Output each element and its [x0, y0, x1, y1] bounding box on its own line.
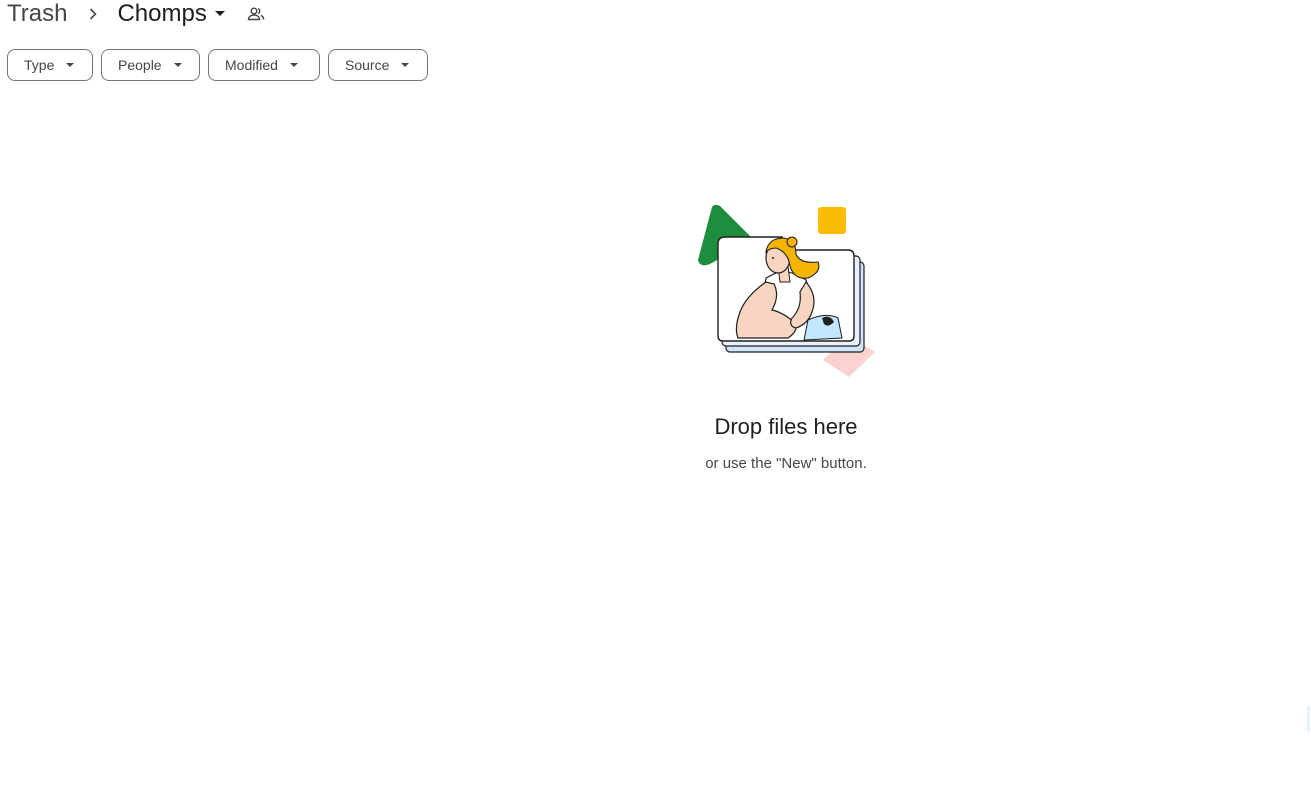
- scrollbar-edge[interactable]: [1307, 706, 1310, 732]
- caret-down-icon: [214, 11, 225, 17]
- caret-down-icon: [173, 62, 182, 68]
- filter-source-chip[interactable]: Source: [328, 49, 428, 81]
- filter-people-chip[interactable]: People: [101, 49, 200, 81]
- chevron-right-icon: [89, 8, 99, 20]
- filter-type-label: Type: [24, 57, 55, 73]
- filter-chips: Type People Modified Source: [7, 49, 428, 81]
- filter-type-chip[interactable]: Type: [7, 49, 93, 81]
- empty-folder-illustration: [696, 200, 886, 385]
- folder-title: Chomps: [117, 0, 207, 27]
- breadcrumb: Trash Chomps: [7, 0, 265, 28]
- filter-people-label: People: [118, 57, 162, 73]
- filter-source-label: Source: [345, 57, 390, 73]
- caret-down-icon: [289, 62, 298, 68]
- shared-people-icon[interactable]: [247, 7, 265, 21]
- empty-state-subtitle: or use the "New" button.: [705, 455, 867, 472]
- folder-title-menu[interactable]: Chomps: [117, 0, 225, 28]
- breadcrumb-trash[interactable]: Trash: [7, 0, 67, 28]
- yellow-square-shape: [818, 207, 846, 234]
- caret-down-icon: [66, 62, 75, 68]
- caret-down-icon: [401, 62, 410, 68]
- empty-state-title: Drop files here: [714, 414, 858, 439]
- filter-modified-chip[interactable]: Modified: [208, 49, 320, 81]
- filter-modified-label: Modified: [225, 57, 278, 73]
